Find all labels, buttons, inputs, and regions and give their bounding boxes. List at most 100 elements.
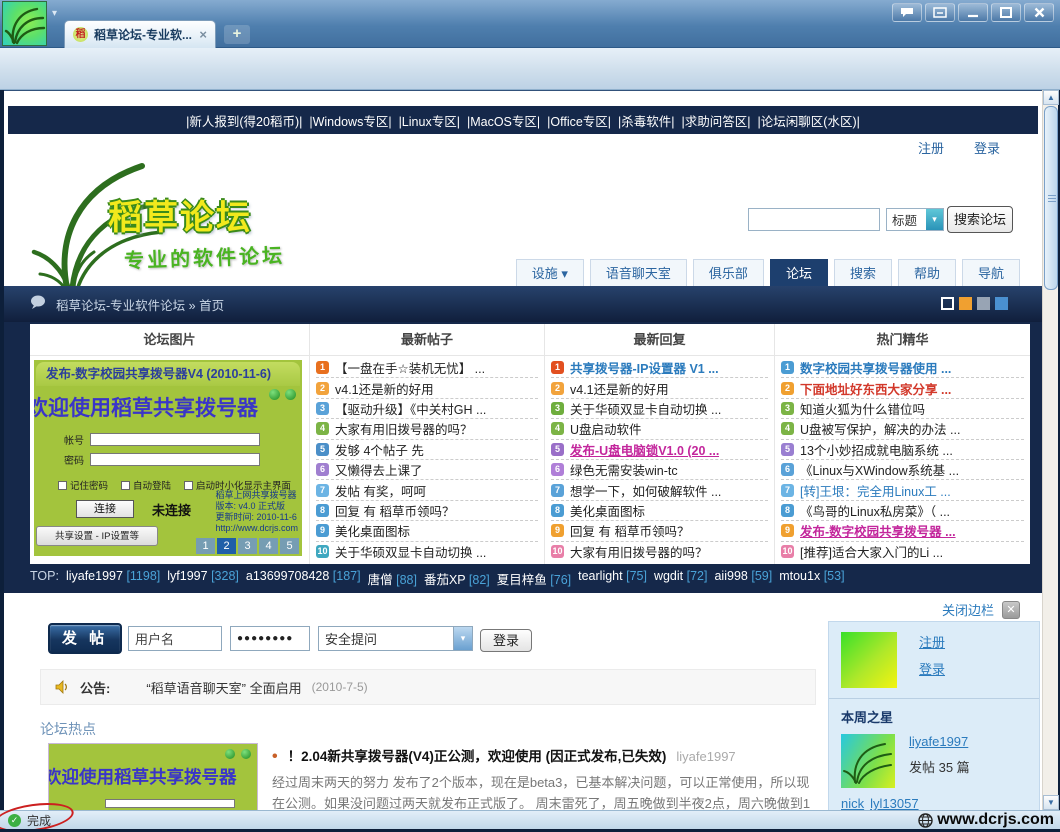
list-item[interactable]: 5 发够 4个帖子 先 xyxy=(316,440,538,460)
style-square-button[interactable] xyxy=(995,297,1008,310)
post-title-link[interactable]: 发够 4个帖子 先 xyxy=(335,440,424,459)
security-question-select[interactable]: 安全提问 ▾ xyxy=(318,626,473,651)
close-sidebar-link[interactable]: 关闭边栏 xyxy=(942,600,994,619)
list-item[interactable]: 9 发布-数字校园共享拨号器 ... xyxy=(781,521,1024,541)
list-item[interactable]: 2 v4.1还是新的好用 xyxy=(551,378,768,398)
new-post-button[interactable]: 发 帖 xyxy=(48,623,122,654)
top-nav-link[interactable]: |Windows专区| xyxy=(309,111,391,130)
page-number-button[interactable]: 1 xyxy=(196,538,215,554)
list-item[interactable]: 5 发布-U盘电脑锁V1.0 (20 ... xyxy=(551,440,768,460)
post-title-link[interactable]: 发帖 有奖，呵呵 xyxy=(335,481,426,500)
post-title-link[interactable]: 回复 有 稻草币领吗？ xyxy=(570,521,689,540)
list-item[interactable]: 10 关于华硕双显卡自动切换 ... xyxy=(316,542,538,562)
window-close-icon[interactable] xyxy=(1024,3,1054,22)
post-title-link[interactable]: U盘被写保护，解决的办法 ... xyxy=(800,419,960,438)
list-item[interactable]: 2 v4.1还是新的好用 xyxy=(316,378,538,398)
vertical-scrollbar-thumb[interactable] xyxy=(1044,106,1058,290)
style-square-button[interactable] xyxy=(977,297,990,310)
app-logo-icon[interactable] xyxy=(2,1,47,46)
top-user-name[interactable]: liyafe1997 xyxy=(66,569,123,583)
browser-tab[interactable]: 稻 稻草论坛-专业软... × xyxy=(64,20,216,48)
page-number-button[interactable]: 5 xyxy=(280,538,299,554)
avatar[interactable] xyxy=(841,734,895,788)
password-input[interactable] xyxy=(230,626,310,651)
nick-name-link[interactable]: lyl13057 xyxy=(870,796,918,810)
list-item[interactable]: 7 想学一下，如何破解软件 ... xyxy=(551,480,768,500)
top-user[interactable]: a13699708428 [187] xyxy=(246,569,361,588)
top-user-name[interactable]: wgdit xyxy=(654,569,683,583)
sidebar-register-link[interactable]: 注册 xyxy=(919,632,945,651)
list-item[interactable]: 6 绿色无需安装win-tc xyxy=(551,460,768,480)
top-nav-link[interactable]: |Office专区| xyxy=(547,111,611,130)
search-category-select[interactable]: 标题 ▾ xyxy=(886,208,944,231)
post-title-link[interactable]: 下面地址好东西大家分享 ... xyxy=(800,379,951,398)
top-user-name[interactable]: mtou1x xyxy=(779,569,820,583)
post-title-link[interactable]: 共享拨号器-IP设置器 V1 ... xyxy=(570,358,719,377)
top-nav-link[interactable]: |求助问答区| xyxy=(682,111,751,130)
page-number-button[interactable]: 4 xyxy=(259,538,278,554)
tab-close-icon[interactable]: × xyxy=(199,27,207,42)
post-title-link[interactable]: 《Linux与XWindow系统基 ... xyxy=(800,460,959,479)
page-number-button[interactable]: 2 xyxy=(217,538,236,554)
top-user-name[interactable]: 唐僧 xyxy=(368,573,393,587)
post-title-link[interactable]: 【一盘在手☆装机无忧】 ... xyxy=(335,358,485,377)
style-square-button[interactable] xyxy=(959,297,972,310)
top-user[interactable]: 番茄XP [82] xyxy=(424,569,490,588)
top-user[interactable]: lyf1997 [328] xyxy=(167,569,239,588)
scroll-down-icon[interactable]: ▼ xyxy=(1043,795,1059,810)
post-title-link[interactable]: U盘启动软件 xyxy=(570,419,642,438)
list-item[interactable]: 2 下面地址好东西大家分享 ... xyxy=(781,378,1024,398)
chevron-down-icon[interactable]: ▾ xyxy=(453,627,472,650)
top-user-name[interactable]: aii998 xyxy=(714,569,747,583)
list-item[interactable]: 10 大家有用旧拨号器的吗？ xyxy=(551,542,768,562)
list-item[interactable]: 8 回复 有 稻草币领吗？ xyxy=(316,501,538,521)
post-title-link[interactable]: 绿色无需安装win-tc xyxy=(570,460,678,479)
header-tab[interactable]: 论坛 xyxy=(770,259,828,286)
header-tab[interactable]: 帮助 xyxy=(898,259,956,286)
list-item[interactable]: 6 又懒得去上课了 xyxy=(316,460,538,480)
scroll-up-icon[interactable]: ▲ xyxy=(1043,90,1059,105)
announcement-link[interactable]: “稻草语音聊天室” 全面启用 xyxy=(146,678,301,697)
post-title-link[interactable]: 大家有用旧拨号器的吗？ xyxy=(335,419,473,438)
list-item[interactable]: 3 关于华硕双显卡自动切换 ... xyxy=(551,399,768,419)
list-item[interactable]: 9 美化桌面图标 xyxy=(316,521,538,541)
feedback-icon[interactable] xyxy=(925,3,955,22)
hotspot-thumbnail[interactable]: 欢迎使用稻草共享拨号器 xyxy=(48,743,258,810)
top-user[interactable]: aii998 [59] xyxy=(714,569,772,588)
top-user[interactable]: tearlight [75] xyxy=(578,569,647,588)
breadcrumb-site-link[interactable]: 稻草论坛-专业软件论坛 xyxy=(56,299,185,313)
list-item[interactable]: 4 大家有用旧拨号器的吗？ xyxy=(316,419,538,439)
list-item[interactable]: 4 U盘启动软件 xyxy=(551,419,768,439)
search-forum-button[interactable]: 搜索论坛 xyxy=(947,206,1013,233)
list-item[interactable]: 8 美化桌面图标 xyxy=(551,501,768,521)
post-title-link[interactable]: 想学一下，如何破解软件 ... xyxy=(570,481,721,500)
post-title-link[interactable]: 关于华硕双显卡自动切换 ... xyxy=(570,399,721,418)
hotspot-post-title-link[interactable]: ！2.04新共享拨号器(V4)正公测，欢迎使用 (因正式发布,已失效) xyxy=(288,745,667,765)
post-title-link[interactable]: 回复 有 稻草币领吗？ xyxy=(335,501,454,520)
top-user[interactable]: mtou1x [53] xyxy=(779,569,844,588)
post-title-link[interactable]: 知道火狐为什么错位吗 xyxy=(800,399,925,418)
post-title-link[interactable]: 美化桌面图标 xyxy=(335,521,410,540)
header-tab[interactable]: 俱乐部 xyxy=(693,259,764,286)
page-number-button[interactable]: 3 xyxy=(238,538,257,554)
list-item[interactable]: 1 数字校园共享拨号器使用 ... xyxy=(781,358,1024,378)
featured-image[interactable]: 发布-数字校园共享拨号器V4 (2010-11-6) 欢迎使用稻草共享拨号器 帐… xyxy=(34,360,302,556)
username-input[interactable] xyxy=(128,626,222,651)
top-user-name[interactable]: a13699708428 xyxy=(246,569,329,583)
list-item[interactable]: 1 共享拨号器-IP设置器 V1 ... xyxy=(551,358,768,378)
post-title-link[interactable]: 又懒得去上课了 xyxy=(335,460,423,479)
post-title-link[interactable]: 【驱动升级】《中关村GH ... xyxy=(335,399,486,418)
maximize-icon[interactable] xyxy=(991,3,1021,22)
post-title-link[interactable]: 13个小妙招成就电脑系统 ... xyxy=(800,440,953,459)
list-item[interactable]: 9 回复 有 稻草币领吗？ xyxy=(551,521,768,541)
top-user-name[interactable]: 夏目梓鱼 xyxy=(497,573,547,587)
list-item[interactable]: 5 13个小妙招成就电脑系统 ... xyxy=(781,440,1024,460)
list-item[interactable]: 3 【驱动升级】《中关村GH ... xyxy=(316,399,538,419)
post-title-link[interactable]: 发布-数字校园共享拨号器 ... xyxy=(800,521,956,540)
list-item[interactable]: 7 发帖 有奖，呵呵 xyxy=(316,480,538,500)
post-title-link[interactable]: [推荐]适合大家入门的Li ... xyxy=(800,542,943,561)
top-user[interactable]: 唐僧 [88] xyxy=(368,569,417,588)
chevron-down-icon[interactable]: ▾ xyxy=(52,8,57,19)
post-title-link[interactable]: [转]王垠：完全用Linux工 ... xyxy=(800,481,951,500)
style-square-button[interactable] xyxy=(941,297,954,310)
